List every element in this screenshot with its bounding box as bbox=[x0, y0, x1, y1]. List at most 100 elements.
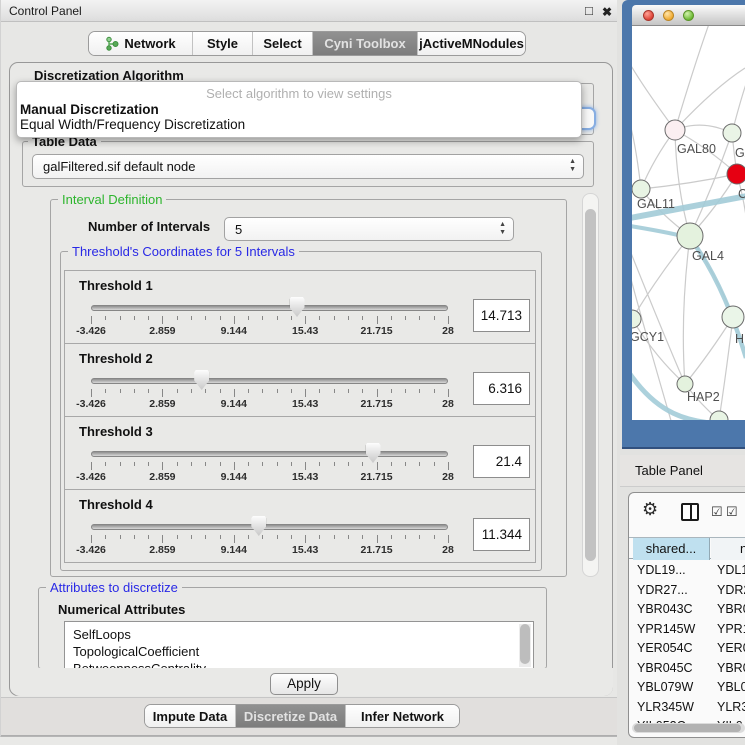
attribute-item[interactable]: SelfLoops bbox=[65, 622, 533, 643]
cell-shared-name[interactable]: YER054C bbox=[637, 639, 709, 658]
settings-scrollbar-thumb[interactable] bbox=[585, 209, 596, 561]
numerical-attributes-list[interactable]: SelfLoopsTopologicalCoefficientBetweenne… bbox=[64, 621, 534, 669]
number-of-intervals-combobox[interactable]: 5 ▲▼ bbox=[224, 217, 514, 241]
table-row[interactable]: YBL079W YBL0 bbox=[629, 678, 745, 698]
tab-select[interactable]: Select bbox=[252, 32, 312, 55]
table-data-combobox[interactable]: galFiltered.sif default node ▲▼ bbox=[32, 154, 584, 179]
table-row[interactable]: YLR345W YLR3 bbox=[629, 698, 745, 718]
bottom-tab-strip: Impute DataDiscretize DataInfer Network bbox=[1, 697, 621, 736]
table-panel-titlebar: Table Panel bbox=[620, 455, 745, 487]
float-window-icon[interactable]: □ bbox=[585, 3, 593, 18]
close-icon[interactable]: ✖ bbox=[602, 5, 612, 19]
network-window-titlebar[interactable] bbox=[632, 5, 745, 26]
cell-name[interactable]: YDL1 bbox=[717, 561, 745, 580]
cell-name[interactable]: YBR0 bbox=[717, 659, 745, 678]
algorithm-option[interactable]: Manual Discretization bbox=[20, 102, 159, 117]
slider-ticks bbox=[91, 316, 448, 325]
network-nodes[interactable] bbox=[632, 120, 745, 420]
cell-shared-name[interactable]: YDR27... bbox=[637, 581, 709, 600]
slider-ticks bbox=[91, 462, 448, 471]
network-node-label: GA bbox=[735, 146, 745, 160]
combobox-stepper-icon[interactable]: ▲▼ bbox=[499, 221, 506, 237]
minimize-traffic-light-icon[interactable] bbox=[663, 10, 674, 21]
slider-track[interactable] bbox=[91, 451, 448, 457]
app-root: Control Panel □ ✖ NetworkStyleSelectCyni… bbox=[0, 0, 745, 745]
table-panel: ⚙ ☑ ☑ shared... na YDL19...YDL1YDR27...Y… bbox=[628, 492, 745, 738]
tab-cyni-toolbox[interactable]: Cyni Toolbox bbox=[312, 32, 417, 55]
cell-name[interactable]: YPR1 bbox=[717, 620, 745, 639]
threshold-value-field[interactable]: 21.4 bbox=[473, 445, 530, 478]
threshold-value-field[interactable]: 11.344 bbox=[473, 518, 530, 551]
cell-shared-name[interactable]: YBR043C bbox=[637, 600, 709, 619]
slider-thumb[interactable] bbox=[251, 516, 266, 536]
algorithm-popup-hint: Select algorithm to view settings bbox=[17, 86, 581, 101]
slider-track[interactable] bbox=[91, 305, 448, 311]
table-row[interactable]: YDR27... YDR2 bbox=[629, 581, 745, 601]
slider-thumb[interactable] bbox=[194, 370, 209, 390]
table-horizontal-scrollbar-thumb[interactable] bbox=[634, 724, 741, 732]
close-traffic-light-icon[interactable] bbox=[643, 10, 654, 21]
node-gal80[interactable] bbox=[665, 120, 685, 140]
threshold-value-field[interactable]: 6.316 bbox=[473, 372, 530, 405]
zoom-traffic-light-icon[interactable] bbox=[683, 10, 694, 21]
network-node-label: HAP2 bbox=[687, 390, 720, 404]
node-top-right[interactable] bbox=[723, 124, 741, 142]
network-canvas[interactable]: GAL80GACGAL11GAL4GCY1HHAP2 bbox=[632, 26, 745, 420]
threshold-row: Threshold 3-3.4262.8599.14415.4321.71528… bbox=[64, 416, 536, 490]
gear-icon[interactable]: ⚙ bbox=[642, 499, 658, 520]
slider-track[interactable] bbox=[91, 524, 448, 530]
cell-name[interactable]: YDR2 bbox=[717, 581, 745, 600]
node-h[interactable] bbox=[722, 306, 744, 328]
tab-style[interactable]: Style bbox=[192, 32, 252, 55]
network-node-label: GAL4 bbox=[692, 249, 724, 263]
tab-network[interactable]: Network bbox=[89, 32, 192, 55]
threshold-row: Threshold 2-3.4262.8599.14415.4321.71528… bbox=[64, 343, 536, 417]
node-red[interactable] bbox=[727, 164, 745, 184]
cell-shared-name[interactable]: YPR145W bbox=[637, 620, 709, 639]
split-columns-icon[interactable] bbox=[681, 503, 699, 521]
network-icon bbox=[105, 36, 119, 51]
column-header-name[interactable]: na bbox=[711, 538, 745, 560]
tab-jactivemnodules[interactable]: jActiveMNodules bbox=[417, 32, 525, 55]
apply-button[interactable]: Apply bbox=[270, 673, 338, 695]
bottom-tab-impute-data[interactable]: Impute Data bbox=[145, 705, 235, 727]
threshold-row: Threshold 4-3.4262.8599.14415.4321.71528… bbox=[64, 489, 536, 563]
control-panel: Control Panel □ ✖ NetworkStyleSelectCyni… bbox=[0, 0, 620, 737]
settings-scrollbar[interactable] bbox=[582, 193, 599, 577]
slider-scale-labels: -3.4262.8599.14415.4321.71528 bbox=[91, 398, 448, 410]
table-horizontal-scrollbar[interactable] bbox=[632, 723, 745, 733]
slider-thumb[interactable] bbox=[290, 297, 305, 317]
cell-name[interactable]: YER0 bbox=[717, 639, 745, 658]
slider-thumb[interactable] bbox=[366, 443, 381, 463]
cell-shared-name[interactable]: YDL19... bbox=[637, 561, 709, 580]
bottom-tab-discretize-data[interactable]: Discretize Data bbox=[235, 705, 345, 727]
node-gal11[interactable] bbox=[632, 180, 650, 198]
combobox-stepper-icon[interactable]: ▲▼ bbox=[569, 158, 576, 174]
bottom-tab-infer-network[interactable]: Infer Network bbox=[345, 705, 459, 727]
node-gal4[interactable] bbox=[677, 223, 703, 249]
attribute-item[interactable]: TopologicalCoefficient bbox=[65, 643, 533, 660]
checkbox-checked-icon[interactable]: ☑ bbox=[711, 504, 723, 520]
table-row[interactable]: YDL19... YDL1 bbox=[629, 561, 745, 581]
table-row[interactable]: YER054C YER0 bbox=[629, 639, 745, 659]
attributes-scrollbar-thumb[interactable] bbox=[520, 624, 530, 664]
table-row[interactable]: YBR045C YBR0 bbox=[629, 659, 745, 679]
column-header-shared-name[interactable]: shared... bbox=[633, 538, 710, 560]
cell-name[interactable]: YBL0 bbox=[717, 678, 745, 697]
cell-name[interactable]: YLR3 bbox=[717, 698, 745, 717]
checkbox-checked-icon[interactable]: ☑ bbox=[726, 504, 738, 520]
cell-name[interactable]: YBR0 bbox=[717, 600, 745, 619]
tab-label: Cyni Toolbox bbox=[324, 36, 405, 51]
slider-track[interactable] bbox=[91, 378, 448, 384]
cell-shared-name[interactable]: YBL079W bbox=[637, 678, 709, 697]
cell-shared-name[interactable]: YLR345W bbox=[637, 698, 709, 717]
attributes-scrollbar[interactable] bbox=[519, 624, 531, 667]
threshold-value-field[interactable]: 14.713 bbox=[473, 299, 530, 332]
slider-ticks bbox=[91, 389, 448, 398]
cell-shared-name[interactable]: YBR045C bbox=[637, 659, 709, 678]
table-row[interactable]: YPR145W YPR1 bbox=[629, 620, 745, 640]
slider-scale-labels: -3.4262.8599.14415.4321.71528 bbox=[91, 325, 448, 337]
algorithm-option[interactable]: Equal Width/Frequency Discretization bbox=[20, 117, 245, 132]
table-row[interactable]: YBR043C YBR0 bbox=[629, 600, 745, 620]
node-bottom[interactable] bbox=[710, 411, 728, 420]
